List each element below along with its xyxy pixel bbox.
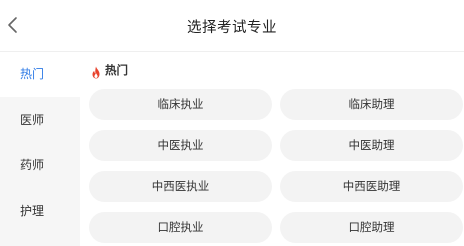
sidebar-item-physician[interactable]: 医师	[0, 98, 80, 143]
navigation-bar: 选择考试专业	[0, 0, 464, 52]
option-clinical-practice[interactable]: 临床执业	[89, 89, 272, 120]
option-dental-practice[interactable]: 口腔执业	[89, 212, 272, 243]
sidebar-item-nursing[interactable]: 护理	[0, 189, 80, 234]
page-title: 选择考试专业	[187, 20, 277, 36]
exam-major-page: 选择考试专业 热门 医师 药师 护理 热门 临床执业 临床助理 中医执业 中医助…	[0, 0, 464, 246]
sidebar-item-hot[interactable]: 热门	[0, 52, 80, 97]
sidebar-item-pharmacist[interactable]: 药师	[0, 143, 80, 188]
option-clinical-assistant[interactable]: 临床助理	[280, 89, 463, 120]
option-integrated-assistant[interactable]: 中西医助理	[280, 171, 463, 202]
section-header: 热门	[90, 62, 128, 78]
section-title: 热门	[105, 63, 128, 77]
category-sidebar: 热门 医师 药师 护理	[0, 52, 80, 246]
option-integrated-practice[interactable]: 中西医执业	[89, 171, 272, 202]
option-tcm-practice[interactable]: 中医执业	[89, 130, 272, 161]
fire-icon	[90, 64, 102, 78]
option-tcm-assistant[interactable]: 中医助理	[280, 130, 463, 161]
option-dental-assistant[interactable]: 口腔助理	[280, 212, 463, 243]
